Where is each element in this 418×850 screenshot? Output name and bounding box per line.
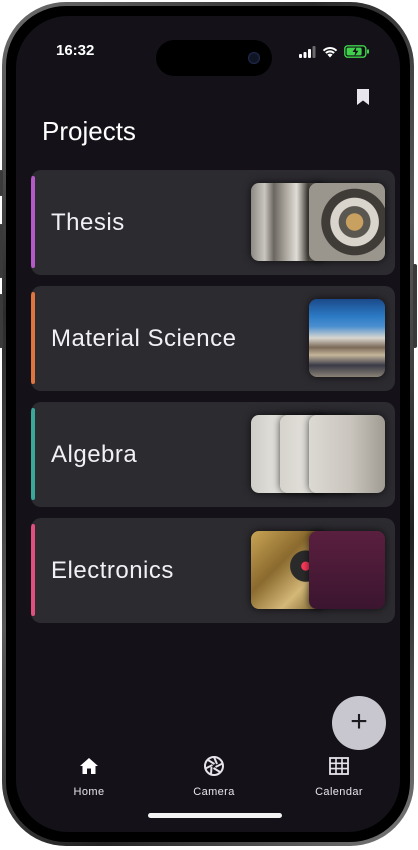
- project-card-material-science[interactable]: Material Science: [31, 286, 395, 391]
- project-name: Material Science: [51, 324, 237, 352]
- status-bar: 16:32: [16, 40, 400, 76]
- calendar-grid-icon: [329, 757, 349, 775]
- thumbnail-image: [309, 299, 385, 377]
- project-thumbnails: [251, 531, 385, 609]
- nav-label: Calendar: [315, 786, 363, 798]
- side-button: [0, 224, 3, 278]
- nav-item-calendar[interactable]: Calendar: [284, 752, 394, 798]
- add-project-button[interactable]: +: [332, 696, 386, 750]
- home-indicator: [148, 813, 282, 818]
- side-button: [0, 294, 3, 348]
- bezel: 16:32 Projects Thesis Material Science A…: [6, 6, 410, 842]
- dynamic-island: [156, 40, 272, 76]
- thumbnail-image: [309, 415, 385, 493]
- project-accent: [31, 292, 35, 384]
- bottom-navigation: Home Camera Calendar: [16, 752, 400, 822]
- signal-icon: [299, 45, 316, 58]
- nav-item-home[interactable]: Home: [34, 752, 144, 798]
- status-icons: [299, 45, 370, 58]
- thumbnail-image: [309, 183, 385, 261]
- app-screen: 16:32 Projects Thesis Material Science A…: [16, 16, 400, 832]
- project-name: Electronics: [51, 556, 174, 584]
- project-card-algebra[interactable]: Algebra: [31, 402, 395, 507]
- project-card-electronics[interactable]: Electronics: [31, 518, 395, 623]
- wifi-icon: [322, 46, 338, 57]
- project-accent: [31, 524, 35, 616]
- project-accent: [31, 176, 35, 268]
- thumbnail-image: [309, 531, 385, 609]
- project-thumbnails: [309, 299, 385, 377]
- camera-shutter-icon: [204, 756, 224, 776]
- page-title: Projects: [42, 116, 136, 146]
- project-accent: [31, 408, 35, 500]
- project-name: Thesis: [51, 208, 125, 236]
- status-time: 16:32: [56, 42, 95, 59]
- nav-label: Camera: [193, 786, 235, 798]
- battery-charging-icon: [344, 45, 369, 58]
- side-button: [0, 170, 3, 196]
- project-name: Algebra: [51, 440, 138, 468]
- project-thumbnails: [251, 183, 385, 261]
- project-card-thesis[interactable]: Thesis: [31, 170, 395, 275]
- project-thumbnails: [251, 415, 385, 493]
- phone-frame: 16:32 Projects Thesis Material Science A…: [0, 2, 417, 846]
- front-camera: [248, 52, 260, 64]
- plus-icon: +: [350, 704, 368, 738]
- nav-item-camera[interactable]: Camera: [159, 752, 269, 798]
- nav-label: Home: [73, 786, 105, 798]
- home-icon: [80, 758, 98, 774]
- bookmark-icon[interactable]: [356, 88, 370, 106]
- side-button: [413, 264, 417, 348]
